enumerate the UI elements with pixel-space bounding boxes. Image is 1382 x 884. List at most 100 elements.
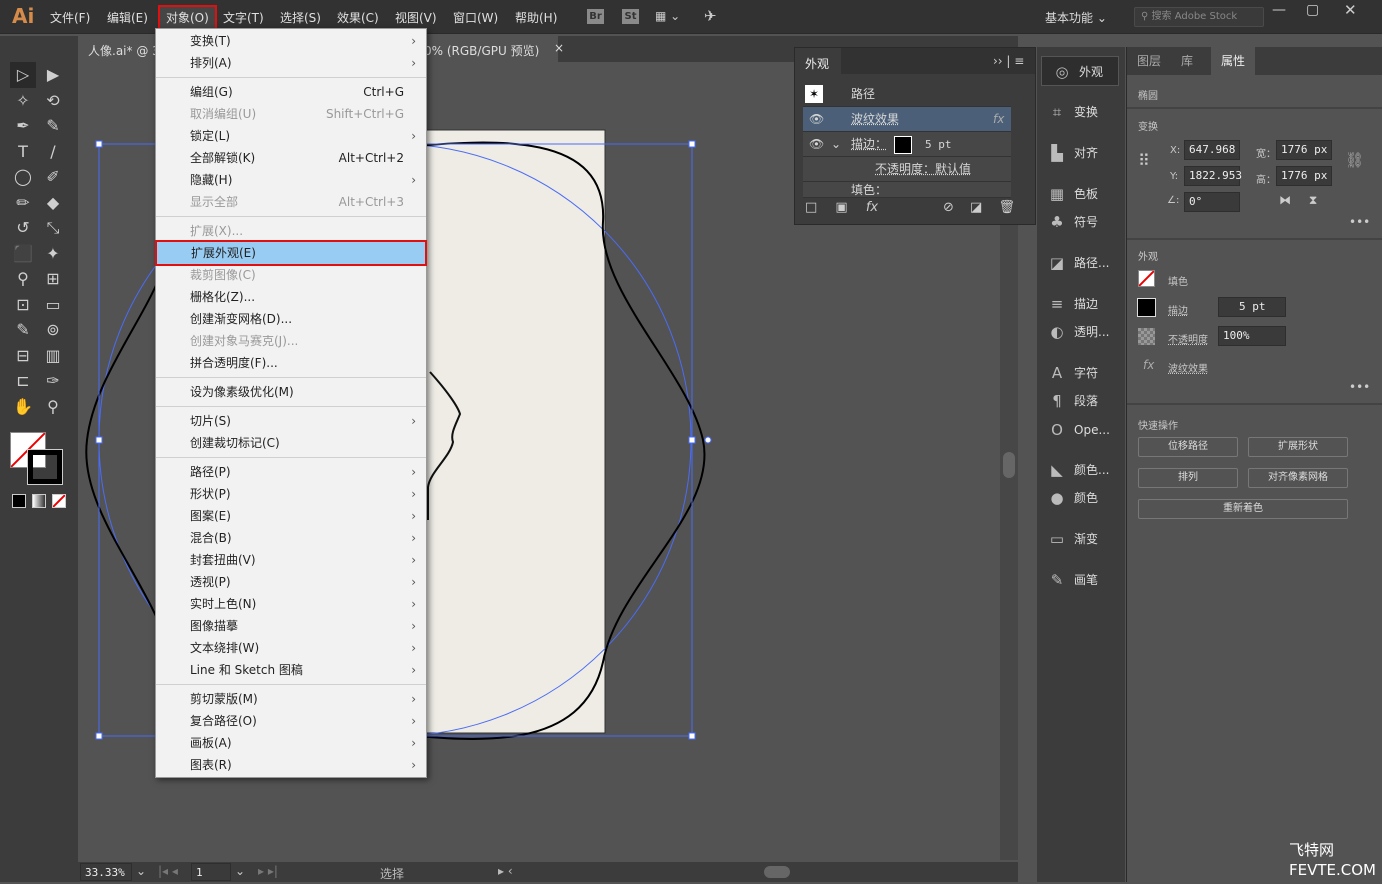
menu-item[interactable]: 路径(P) › (156, 461, 426, 483)
menu-item[interactable]: 图表(R) › (156, 754, 426, 776)
close-tab-icon[interactable]: × (554, 41, 564, 55)
selection-tool-icon[interactable]: ▷ (10, 62, 36, 88)
shaper-tool-icon[interactable]: ✏ (10, 190, 36, 216)
width-field[interactable]: 1776 px (1276, 140, 1332, 160)
menu-item[interactable]: 切片(S) › (156, 410, 426, 432)
menu-item[interactable]: 复合路径(O) › (156, 710, 426, 732)
lasso-tool-icon[interactable]: ⟲ (40, 88, 66, 114)
menu-item[interactable]: 混合(B) › (156, 527, 426, 549)
dock-item-color-guide[interactable]: ◣ 颜色... (1037, 455, 1125, 485)
menu-item[interactable]: 创建裁切标记(C) (156, 432, 426, 454)
menu-item[interactable]: 透视(P) › (156, 571, 426, 593)
chevron-down-icon[interactable]: ⌄ (831, 132, 841, 157)
y-field[interactable]: 1822.953 (1184, 166, 1240, 186)
menu-item[interactable]: 文本绕排(W) › (156, 637, 426, 659)
stroke-swatch[interactable] (895, 137, 911, 153)
color-mode-button[interactable] (12, 494, 26, 508)
dock-item-pathfinder[interactable]: ◪ 路径... (1037, 248, 1125, 278)
stroke-weight-field[interactable]: 5 pt (1218, 297, 1286, 317)
menu-item[interactable]: 图像描摹 › (156, 615, 426, 637)
gradient-mode-button[interactable] (32, 494, 46, 508)
menu-item[interactable]: 画板(A) › (156, 732, 426, 754)
pen-tool-icon[interactable]: ✒ (10, 113, 36, 139)
stroke-weight[interactable]: 5 pt (925, 132, 952, 157)
menu-6[interactable]: 视图(V) (391, 9, 441, 26)
symbol-sprayer-tool-icon[interactable]: ⊟ (10, 343, 36, 369)
stock-button[interactable]: St (622, 9, 639, 24)
dock-item-paragraph[interactable]: ¶ 段落 (1037, 386, 1125, 416)
artboard-field[interactable]: 1 (191, 863, 231, 881)
menu-item[interactable]: 设为像素级优化(M) (156, 381, 426, 403)
dock-item-swatches[interactable]: ▦ 色板 (1037, 179, 1125, 209)
panel-menu-icon[interactable]: ›› | ≡ (993, 54, 1024, 68)
fill-link[interactable]: 填色： (851, 182, 887, 198)
dock-item-color[interactable]: ● 颜色 (1037, 483, 1125, 513)
stroke-swatch[interactable] (1138, 299, 1155, 316)
close-button[interactable]: ✕ (1344, 1, 1357, 19)
stroke-link[interactable]: 描边 (1168, 302, 1188, 317)
menu-item[interactable]: 变换(T) › (156, 30, 426, 52)
column-graph-tool-icon[interactable]: ▥ (40, 343, 66, 369)
zoom-tool-icon[interactable]: ⚲ (40, 394, 66, 420)
blend-tool-icon[interactable]: ⊚ (40, 317, 66, 343)
dock-item-stroke[interactable]: ≡ 描边 (1037, 289, 1125, 319)
menu-0[interactable]: 文件(F) (46, 9, 94, 26)
menu-item[interactable]: 取消编组(U) Shift+Ctrl+G (156, 103, 426, 125)
hand-tool-icon[interactable]: ✋ (10, 394, 36, 420)
curvature-tool-icon[interactable]: ✎ (40, 113, 66, 139)
puppet-warp-tool-icon[interactable]: ✦ (40, 241, 66, 267)
slice-tool-icon[interactable]: ✑ (40, 368, 66, 394)
menu-item[interactable]: 形状(P) › (156, 483, 426, 505)
menu-item[interactable]: 扩展(X)... (156, 220, 426, 242)
stroke-swatch[interactable] (28, 450, 62, 484)
fill-swatch[interactable] (1138, 270, 1155, 287)
height-field[interactable]: 1776 px (1276, 166, 1332, 186)
artboard-dropdown-icon[interactable]: ⌄ (235, 864, 245, 878)
stock-search-input[interactable]: ⚲ 搜索 Adobe Stock (1134, 7, 1264, 27)
constrain-proportions-icon[interactable]: ⛓ (1345, 151, 1364, 169)
menu-item[interactable]: 创建对象马赛克(J)... (156, 330, 426, 352)
gradient-tool-icon[interactable]: ▭ (40, 292, 66, 318)
angle-field[interactable]: 0° (1184, 192, 1240, 212)
dock-item-opentype[interactable]: O Ope... (1037, 415, 1125, 445)
bridge-button[interactable]: Br (587, 9, 604, 24)
menu-item[interactable]: Line 和 Sketch 图稿 › (156, 659, 426, 681)
zoom-dropdown-icon[interactable]: ⌄ (136, 864, 146, 878)
menu-1[interactable]: 编辑(E) (103, 9, 152, 26)
dock-item-appearance[interactable]: ◎ 外观 (1041, 56, 1119, 86)
effect-link[interactable]: 波纹效果 (1168, 360, 1208, 375)
dock-item-symbols[interactable]: ♣ 符号 (1037, 207, 1125, 237)
more-options-icon[interactable]: ••• (1349, 380, 1370, 394)
tab-properties[interactable]: 属性 (1211, 47, 1255, 75)
tab-layers[interactable]: 图层 (1127, 47, 1171, 75)
rotate-tool-icon[interactable]: ↺ (10, 215, 36, 241)
tab-libraries[interactable]: 库 (1171, 47, 1203, 75)
more-options-icon[interactable]: ••• (1349, 215, 1370, 229)
dock-item-brushes[interactable]: ✎ 画笔 (1037, 565, 1125, 595)
dock-item-character[interactable]: A 字符 (1037, 358, 1125, 388)
menu-item[interactable]: 锁定(L) › (156, 125, 426, 147)
dock-item-gradient[interactable]: ▭ 渐变 (1037, 524, 1125, 554)
visibility-eye-icon[interactable]: 👁 (809, 107, 824, 132)
menu-3[interactable]: 文字(T) (219, 9, 268, 26)
eraser-tool-icon[interactable]: ◆ (40, 190, 66, 216)
direct-selection-tool-icon[interactable]: ▶ (40, 62, 66, 88)
dock-item-transparency[interactable]: ◐ 透明... (1037, 317, 1125, 347)
workspace-switcher[interactable]: 基本功能 ⌄ (1045, 9, 1107, 26)
expand-shape-button[interactable]: 扩展形状 (1248, 437, 1348, 457)
stroke-link[interactable]: 描边： (851, 132, 887, 157)
visibility-eye-icon[interactable]: 👁 (809, 132, 824, 157)
shape-builder-tool-icon[interactable]: ⚲ (10, 266, 36, 292)
recolor-button[interactable]: 重新着色 (1138, 499, 1348, 519)
first-prev-artboard-icon[interactable]: |◂ ◂ (158, 864, 178, 878)
menu-item[interactable]: 显示全部 Alt+Ctrl+3 (156, 191, 426, 213)
menu-8[interactable]: 帮助(H) (511, 9, 561, 26)
menu-5[interactable]: 效果(C) (333, 9, 383, 26)
line-tool-icon[interactable]: / (40, 139, 66, 165)
flip-buttons[interactable]: ⧓ ⧗ (1279, 193, 1317, 208)
perspective-tool-icon[interactable]: ⊞ (40, 266, 66, 292)
artboard-tool-icon[interactable]: ⊏ (10, 368, 36, 394)
dock-item-transform[interactable]: ⌗ 变换 (1037, 97, 1125, 127)
menu-item[interactable]: 栅格化(Z)... (156, 286, 426, 308)
x-field[interactable]: 647.968 (1184, 140, 1240, 160)
